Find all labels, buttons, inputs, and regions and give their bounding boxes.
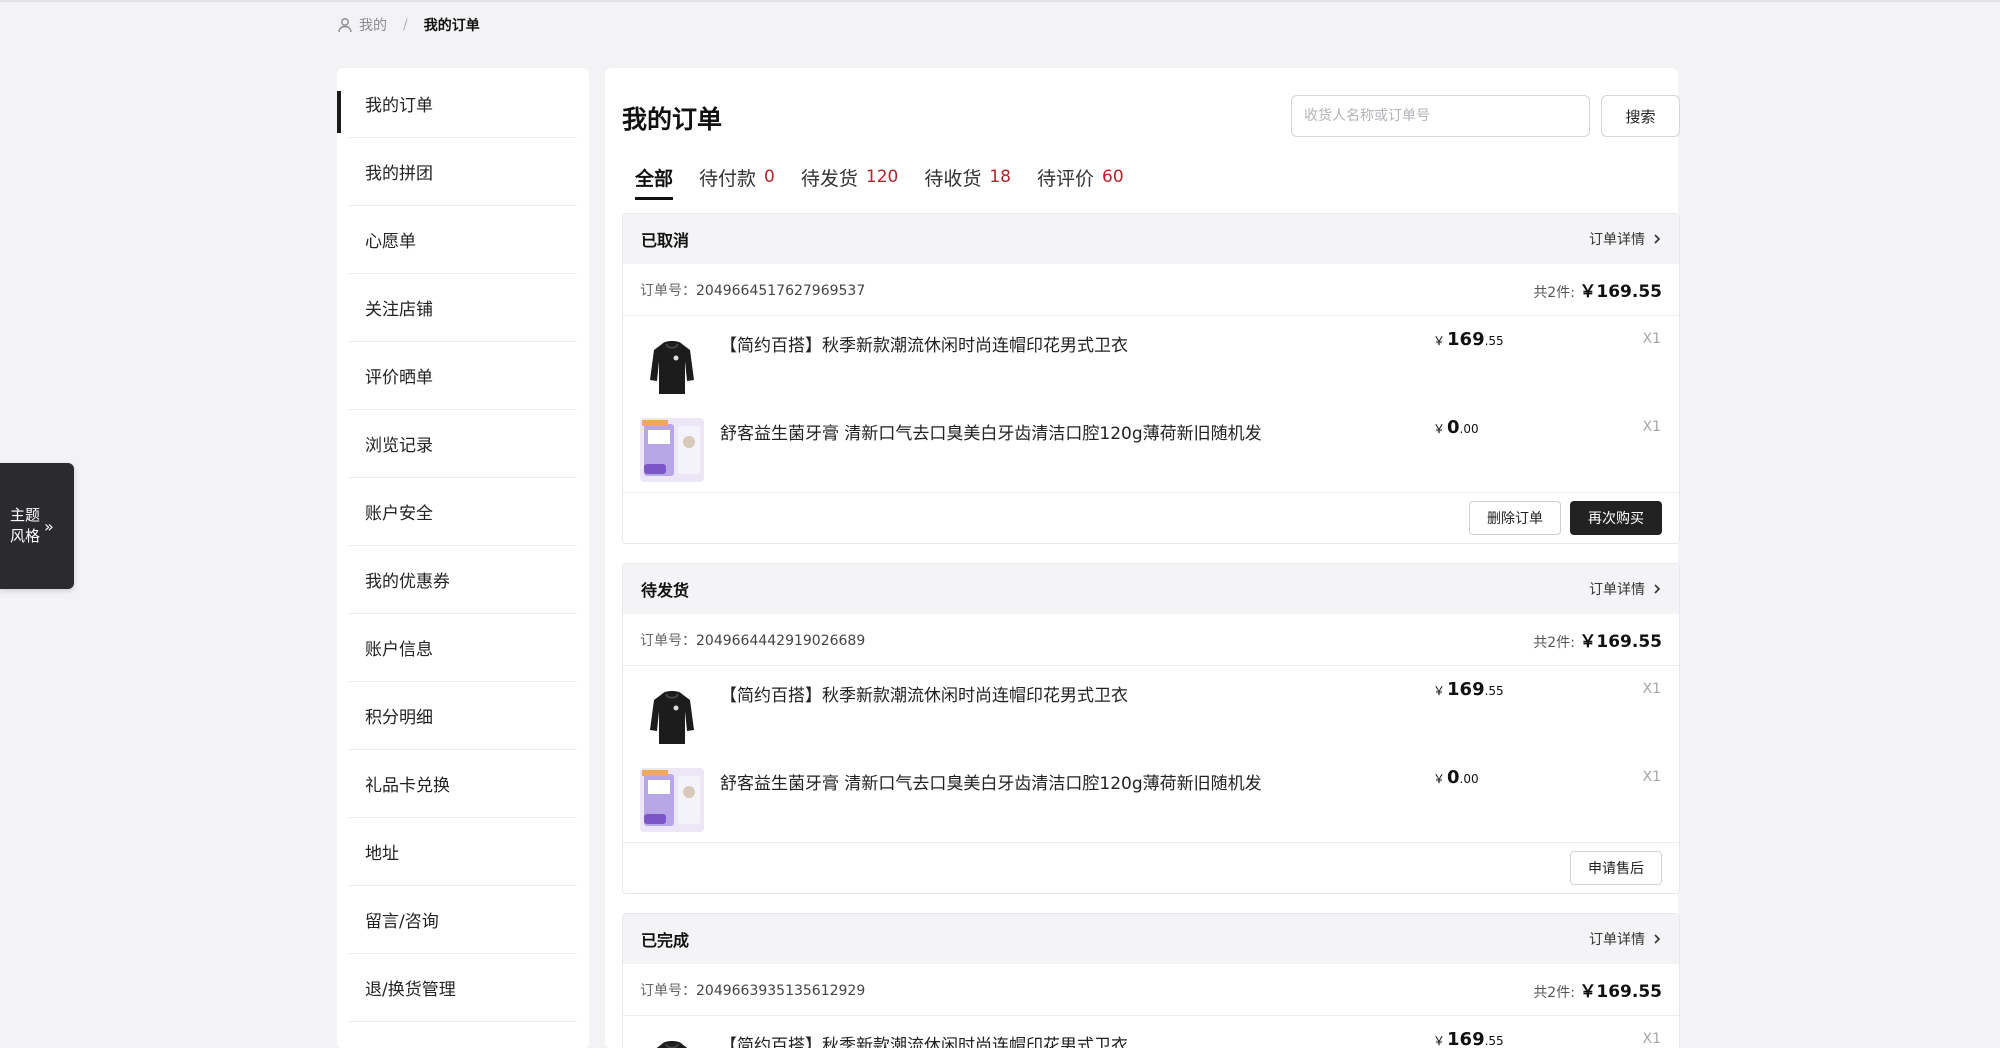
product-name[interactable]: 【简约百搭】秋季新款潮流休闲时尚连帽印花男式卫衣 <box>720 331 1128 356</box>
order-card: 已完成 订单详情 订单号：2049663935135612929 共2件: ￥1… <box>622 913 1680 1048</box>
tab-count-badge: 120 <box>865 167 899 187</box>
tab-count-badge: 60 <box>1102 167 1124 187</box>
order-number: 订单号：2049664517627969537 <box>640 282 866 299</box>
hoodie-thumbnail[interactable] <box>640 1030 704 1048</box>
order-header: 已完成 订单详情 <box>623 914 1679 964</box>
user-icon <box>338 18 352 33</box>
order-card: 待发货 订单详情 订单号：2049664442919026689 共2件: ￥1… <box>622 563 1680 894</box>
product-quantity: X1 <box>1642 419 1662 435</box>
product-quantity: X1 <box>1642 681 1662 697</box>
order-total: 共2件: ￥169.55 <box>1533 982 1662 1002</box>
order-header: 已取消 订单详情 <box>623 214 1679 264</box>
order-number: 订单号：2049664442919026689 <box>640 632 866 649</box>
order-actions: 申请售后 <box>623 842 1679 893</box>
order-meta: 订单号：2049664517627969537 共2件: ￥169.55 <box>623 264 1679 316</box>
product-price: ￥ 0.00 <box>1433 767 1479 788</box>
toothpaste-thumbnail[interactable] <box>640 418 704 482</box>
search-button[interactable]: 搜索 <box>1601 95 1680 137</box>
page-title: 我的订单 <box>622 105 723 134</box>
account-sidebar: 我的订单 我的拼团 心愿单 关注店铺 评价晒单 浏览记录 账户安全 我的优惠券 … <box>337 68 589 1048</box>
order-total: 共2件: ￥169.55 <box>1533 632 1662 652</box>
sidebar-item-my-orders[interactable]: 我的订单 <box>337 70 577 138</box>
breadcrumb: 我的 / 我的订单 <box>337 14 480 36</box>
sidebar-item-address[interactable]: 地址 <box>349 818 577 886</box>
breadcrumb-home-label: 我的 <box>359 18 387 34</box>
sidebar-item-coupons[interactable]: 我的优惠券 <box>349 546 577 614</box>
order-meta: 订单号：2049664442919026689 共2件: ￥169.55 <box>623 614 1679 666</box>
sidebar-item-points[interactable]: 积分明细 <box>349 682 577 750</box>
tab-pending-review[interactable]: 待评价 60 <box>1037 164 1124 204</box>
sidebar-item-messages[interactable]: 留言/咨询 <box>349 886 577 954</box>
order-detail-link[interactable]: 订单详情 <box>1589 229 1661 249</box>
order-item: 【简约百搭】秋季新款潮流休闲时尚连帽印花男式卫衣 ￥ 169.55 X1 <box>623 316 1679 404</box>
product-name[interactable]: 【简约百搭】秋季新款潮流休闲时尚连帽印花男式卫衣 <box>720 681 1128 706</box>
order-status: 待发货 <box>641 581 690 600</box>
tab-all[interactable]: 全部 <box>635 164 674 204</box>
breadcrumb-current: 我的订单 <box>423 18 480 34</box>
order-detail-link[interactable]: 订单详情 <box>1589 579 1661 599</box>
product-price: ￥ 169.55 <box>1433 1029 1504 1048</box>
sidebar-item-group-buy[interactable]: 我的拼团 <box>349 138 577 206</box>
order-status: 已取消 <box>641 231 690 250</box>
sidebar-item-security[interactable]: 账户安全 <box>349 478 577 546</box>
sidebar-item-returns[interactable]: 退/换货管理 <box>349 954 577 1022</box>
toothpaste-thumbnail[interactable] <box>640 768 704 832</box>
breadcrumb-separator: / <box>403 17 408 33</box>
theme-style-toggle[interactable]: 主题 风格 » <box>0 463 74 589</box>
order-number: 订单号：2049663935135612929 <box>640 982 866 999</box>
order-status: 已完成 <box>641 931 690 950</box>
order-detail-link[interactable]: 订单详情 <box>1589 929 1661 949</box>
search-input[interactable] <box>1291 95 1590 137</box>
product-quantity: X1 <box>1642 331 1662 347</box>
order-meta: 订单号：2049663935135612929 共2件: ￥169.55 <box>623 964 1679 1016</box>
hoodie-thumbnail[interactable] <box>640 330 704 394</box>
order-card: 已取消 订单详情 订单号：2049664517627969537 共2件: ￥1… <box>622 213 1680 544</box>
product-price: ￥ 0.00 <box>1433 417 1479 438</box>
product-price: ￥ 169.55 <box>1433 329 1504 350</box>
chevron-right-icon <box>1654 934 1661 944</box>
product-quantity: X1 <box>1642 769 1662 785</box>
order-item: 舒客益生菌牙膏 清新口气去口臭美白牙齿清洁口腔120g薄荷新旧随机发 ￥ 0.00… <box>623 754 1679 842</box>
product-price: ￥ 169.55 <box>1433 679 1504 700</box>
breadcrumb-home[interactable]: 我的 <box>337 15 387 35</box>
order-item: 【简约百搭】秋季新款潮流休闲时尚连帽印花男式卫衣 ￥ 169.55 X1 <box>623 666 1679 754</box>
tab-pending-shipment[interactable]: 待发货 120 <box>801 164 898 204</box>
after-sales-button[interactable]: 申请售后 <box>1570 851 1662 885</box>
tab-pending-receipt[interactable]: 待收货 18 <box>924 164 1011 204</box>
buy-again-button[interactable]: 再次购买 <box>1570 501 1662 535</box>
sidebar-item-followed-stores[interactable]: 关注店铺 <box>349 274 577 342</box>
orders-panel: 我的订单 搜索 全部 待付款0 待发货120 待收货18 待评价60 已取消 订… <box>605 68 1680 1048</box>
sidebar-item-wishlist[interactable]: 心愿单 <box>349 206 577 274</box>
order-header: 待发货 订单详情 <box>623 564 1679 614</box>
double-chevron-right-icon: » <box>44 516 54 536</box>
order-total: 共2件: ￥169.55 <box>1533 282 1662 302</box>
order-status-tabs: 全部 待付款 0 待发货 120 待收货 18 待评价 60 <box>635 164 1150 204</box>
tab-pending-payment[interactable]: 待付款 0 <box>699 164 775 204</box>
order-item: 【简约百搭】秋季新款潮流休闲时尚连帽印花男式卫衣 ￥ 169.55 X1 <box>623 1016 1679 1048</box>
top-divider <box>0 0 2000 2</box>
hoodie-thumbnail[interactable] <box>640 680 704 744</box>
product-quantity: X1 <box>1642 1031 1662 1047</box>
product-name[interactable]: 舒客益生菌牙膏 清新口气去口臭美白牙齿清洁口腔120g薄荷新旧随机发 <box>720 419 1262 444</box>
sidebar-item-account-info[interactable]: 账户信息 <box>349 614 577 682</box>
sidebar-item-history[interactable]: 浏览记录 <box>349 410 577 478</box>
product-name[interactable]: 【简约百搭】秋季新款潮流休闲时尚连帽印花男式卫衣 <box>720 1031 1128 1048</box>
sidebar-item-reviews[interactable]: 评价晒单 <box>349 342 577 410</box>
order-actions: 删除订单 再次购买 <box>623 492 1679 543</box>
chevron-right-icon <box>1654 584 1661 594</box>
product-name[interactable]: 舒客益生菌牙膏 清新口气去口臭美白牙齿清洁口腔120g薄荷新旧随机发 <box>720 769 1262 794</box>
theme-style-label: 主题 风格 <box>10 506 41 545</box>
chevron-right-icon <box>1654 234 1661 244</box>
tab-count-badge: 18 <box>989 167 1011 187</box>
sidebar-item-gift-card[interactable]: 礼品卡兑换 <box>349 750 577 818</box>
delete-order-button[interactable]: 删除订单 <box>1469 501 1561 535</box>
tab-count-badge: 0 <box>764 167 775 187</box>
order-item: 舒客益生菌牙膏 清新口气去口臭美白牙齿清洁口腔120g薄荷新旧随机发 ￥ 0.00… <box>623 404 1679 492</box>
